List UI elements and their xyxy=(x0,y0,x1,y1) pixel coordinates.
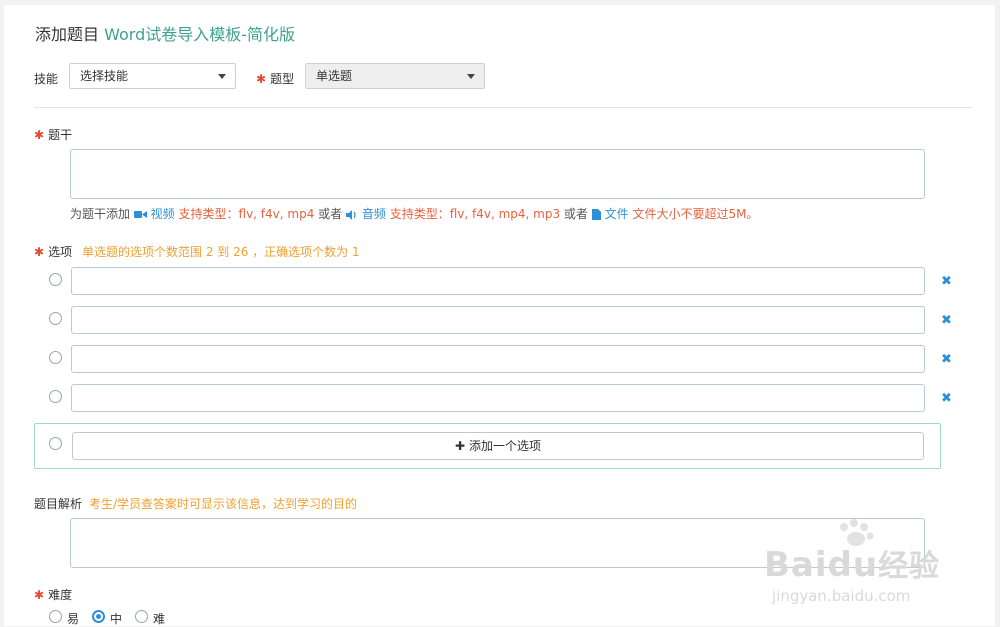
type-select[interactable]: 单选题 xyxy=(305,63,485,89)
option-radio[interactable] xyxy=(49,312,62,325)
file-icon xyxy=(591,207,605,221)
type-label: ✱ 题型 xyxy=(256,72,295,86)
options-hint: 单选题的选项个数范围 2 到 26 ，正确选项个数为 1 xyxy=(82,245,360,259)
remove-option-icon[interactable]: ✖ xyxy=(941,391,952,406)
stem-media-hint: 为题干添加 视频 支持类型：flv, f4v, mp4 或者 音频 支持类型：f… xyxy=(70,207,759,221)
stem-textarea[interactable] xyxy=(70,149,925,199)
chevron-down-icon xyxy=(218,74,226,79)
required-star-icon: ✱ xyxy=(34,588,45,602)
divider xyxy=(34,107,972,108)
stem-label: ✱ 题干 xyxy=(34,128,73,142)
difficulty-hard-label: 难 xyxy=(153,612,166,626)
difficulty-easy-label: 易 xyxy=(67,612,80,626)
difficulty-medium-radio[interactable] xyxy=(92,610,105,623)
plus-icon: ✚ xyxy=(455,439,466,453)
option-radio[interactable] xyxy=(49,437,62,450)
option-radio[interactable] xyxy=(49,351,62,364)
option-input[interactable] xyxy=(71,267,925,295)
form-panel: 添加题目 Word试卷导入模板-简化版 技能 选择技能 ✱ 题型 单选题 ✱ 题干 … xyxy=(4,5,995,626)
option-input[interactable] xyxy=(71,384,925,412)
required-star-icon: ✱ xyxy=(34,128,45,142)
remove-option-icon[interactable]: ✖ xyxy=(941,352,952,367)
option-input[interactable] xyxy=(71,345,925,373)
analysis-label: 题目解析 xyxy=(34,497,83,511)
difficulty-label: ✱ 难度 xyxy=(34,588,73,602)
skill-label: 技能 xyxy=(34,72,59,86)
difficulty-medium-label: 中 xyxy=(110,612,123,626)
add-video-link[interactable]: 视频 xyxy=(151,207,175,221)
audio-icon xyxy=(346,207,362,221)
add-option-label: 添加一个选项 xyxy=(468,439,541,453)
skill-select-value: 选择技能 xyxy=(80,69,129,83)
add-audio-link[interactable]: 音频 xyxy=(362,207,386,221)
add-option-button[interactable]: ✚ 添加一个选项 xyxy=(72,432,924,460)
remove-option-icon[interactable]: ✖ xyxy=(941,313,952,328)
difficulty-hard-radio[interactable] xyxy=(135,610,148,623)
difficulty-easy-radio[interactable] xyxy=(49,610,62,623)
chevron-down-icon xyxy=(467,74,475,79)
type-select-value: 单选题 xyxy=(316,69,353,83)
option-input[interactable] xyxy=(71,306,925,334)
option-radio[interactable] xyxy=(49,390,62,403)
option-radio[interactable] xyxy=(49,273,62,286)
analysis-hint: 考生/学员查答案时可显示该信息，达到学习的目的 xyxy=(89,497,358,511)
word-template-link[interactable]: Word试卷导入模板-简化版 xyxy=(104,25,295,44)
required-star-icon: ✱ xyxy=(34,245,45,259)
skill-select[interactable]: 选择技能 xyxy=(69,63,236,89)
video-icon xyxy=(133,207,151,221)
required-star-icon: ✱ xyxy=(256,72,267,86)
add-file-link[interactable]: 文件 xyxy=(605,207,629,221)
page-title-text: 添加题目 xyxy=(35,25,100,44)
remove-option-icon[interactable]: ✖ xyxy=(941,274,952,289)
options-label: ✱ 选项 xyxy=(34,245,73,259)
page-title: 添加题目 Word试卷导入模板-简化版 xyxy=(35,21,295,45)
